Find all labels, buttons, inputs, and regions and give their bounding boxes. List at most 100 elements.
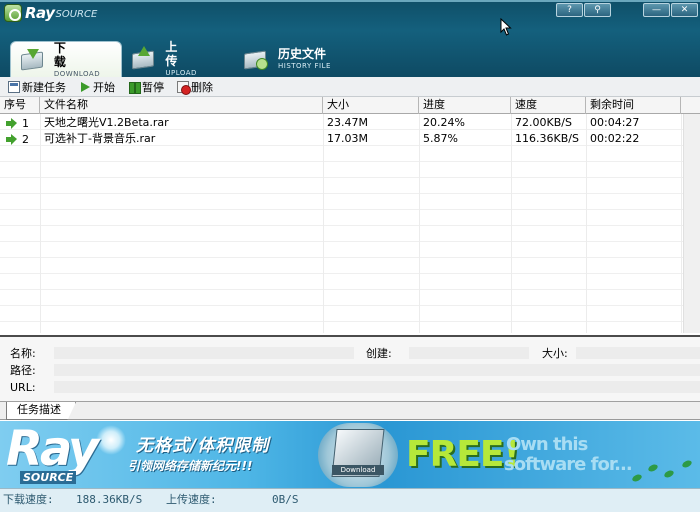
software-box-label: Download (332, 465, 384, 475)
play-icon (79, 81, 91, 93)
banner-tagline: 引领网络存储新纪元!!! (128, 459, 253, 473)
logo-text-sub: SOURCE (55, 9, 98, 20)
detail-name-row: 名称: (10, 345, 354, 361)
banner-own-line1: Own this (506, 434, 588, 455)
ad-banner[interactable]: Ray SOURCE 无格式/体积限制 引领网络存储新纪元!!! Downloa… (0, 421, 700, 488)
mouse-cursor-icon (500, 18, 512, 36)
detail-url-value (54, 381, 700, 393)
tab-task-description[interactable]: 任务描述 (6, 402, 76, 420)
row-speed: 72.00KB/S (515, 116, 572, 129)
download-speed-label: 下载速度: (3, 493, 54, 506)
leaf-icon (681, 459, 693, 469)
delete-button[interactable]: 删除 (175, 78, 215, 96)
new-task-icon (8, 80, 20, 93)
detail-url-label: URL: (10, 380, 36, 394)
table-row[interactable]: 1 天地之曙光V1.2Beta.rar 23.47M 20.24% 72.00K… (0, 115, 700, 131)
column-header-progress[interactable]: 进度 (419, 97, 511, 114)
row-progress: 5.87% (423, 132, 458, 145)
banner-headline: 无格式/体积限制 (136, 436, 270, 456)
download-speed-value: 188.36KB/S (76, 493, 143, 506)
minimize-button[interactable]: — (643, 3, 670, 17)
detail-name-value (54, 347, 354, 359)
logo-text-main: Ray (25, 4, 55, 22)
description-tabbar: 任务描述 (0, 402, 700, 420)
detail-created-label: 创建: (366, 347, 392, 360)
new-task-label: 新建任务 (22, 80, 66, 94)
start-label: 开始 (93, 80, 115, 94)
detail-path-row: 路径: (10, 362, 700, 378)
main-tabs: 下 载 DOWNLOAD 上 传 UPLOAD 历史文件 HISTORY FIL… (10, 40, 346, 77)
tab-upload-label: 上 传 (165, 40, 192, 68)
row-size: 17.03M (327, 132, 368, 145)
delete-label: 删除 (191, 80, 213, 94)
detail-path-value (54, 364, 700, 376)
app-header: Ray SOURCE ? ⚲ — ✕ 下 载 DOWNLOAD 上 传 UPLO (0, 0, 700, 77)
downloading-arrow-icon (6, 133, 17, 145)
banner-logo: Ray (6, 421, 99, 477)
table-scrollbar[interactable] (683, 114, 700, 333)
sparkle-icon (96, 425, 126, 455)
leaf-icon (647, 463, 659, 473)
window-buttons: ? ⚲ — ✕ (556, 3, 700, 17)
detail-url-row: URL: (10, 379, 700, 395)
downloading-arrow-icon (6, 117, 17, 129)
detail-name-label: 名称: (10, 347, 36, 360)
tab-download-sublabel: DOWNLOAD (53, 69, 101, 78)
row-file-name: 可选补丁-背景音乐.rar (44, 132, 156, 145)
task-table: 序号 文件名称 大小 进度 速度 剩余时间 1 天地之曙光V1.2Beta.ra… (0, 97, 700, 333)
leaf-icon (631, 473, 643, 483)
upload-icon (130, 46, 157, 72)
row-index-cell: 2 (0, 131, 40, 147)
tab-upload[interactable]: 上 传 UPLOAD (122, 40, 234, 77)
status-bar: 下载速度: 188.36KB/S 上传速度: 0B/S (0, 488, 700, 512)
row-progress: 20.24% (423, 116, 465, 129)
tab-history-sublabel: HISTORY FILE (278, 62, 331, 70)
upload-speed-label: 上传速度: (166, 493, 217, 506)
detail-created-value (409, 347, 529, 359)
tab-download[interactable]: 下 载 DOWNLOAD (10, 41, 122, 77)
banner-logo-sub: SOURCE (20, 471, 77, 484)
pause-button[interactable]: 暂停 (126, 78, 166, 96)
row-file-name: 天地之曙光V1.2Beta.rar (44, 116, 169, 129)
close-button[interactable]: ✕ (671, 3, 698, 17)
column-header-name[interactable]: 文件名称 (40, 97, 323, 114)
detail-path-label: 路径: (10, 364, 36, 377)
pause-label: 暂停 (142, 80, 164, 94)
leaf-icon (663, 469, 675, 479)
upload-speed-value: 0B/S (272, 493, 299, 506)
task-details-panel: 名称: 创建: 大小: 路径: URL: (0, 335, 700, 402)
pause-icon (128, 81, 141, 94)
table-row[interactable]: 2 可选补丁-背景音乐.rar 17.03M 5.87% 116.36KB/S … (0, 131, 700, 147)
table-rows: 1 天地之曙光V1.2Beta.rar 23.47M 20.24% 72.00K… (0, 115, 700, 147)
app-logo: Ray SOURCE (4, 3, 97, 23)
column-header-speed[interactable]: 速度 (511, 97, 586, 114)
table-header: 序号 文件名称 大小 进度 速度 剩余时间 (0, 97, 700, 114)
tab-download-label: 下 载 (53, 40, 80, 69)
column-header-filler (681, 97, 700, 114)
logo-badge-icon (4, 4, 22, 22)
new-task-button[interactable]: 新建任务 (6, 78, 68, 96)
row-size: 23.47M (327, 116, 368, 129)
row-remaining: 00:02:22 (590, 132, 640, 145)
toolbar: 新建任务 开始 暂停 删除 (0, 77, 700, 97)
help-button[interactable]: ? (556, 3, 583, 17)
tab-history[interactable]: 历史文件 HISTORY FILE (234, 41, 346, 77)
software-box-icon: Download (318, 423, 398, 487)
tab-upload-sublabel: UPLOAD (165, 69, 197, 77)
history-icon (242, 46, 270, 72)
column-header-index[interactable]: 序号 (0, 97, 40, 114)
download-icon (19, 47, 46, 73)
banner-own-line2: software for... (504, 454, 633, 475)
delete-icon (177, 80, 191, 95)
row-speed: 116.36KB/S (515, 132, 579, 145)
row-index-cell: 1 (0, 115, 40, 131)
column-header-size[interactable]: 大小 (323, 97, 419, 114)
column-header-remaining[interactable]: 剩余时间 (586, 97, 681, 114)
settings-button[interactable]: ⚲ (584, 3, 611, 17)
start-button[interactable]: 开始 (77, 78, 117, 96)
tab-history-label: 历史文件 (278, 47, 327, 61)
row-index: 1 (22, 116, 29, 130)
row-remaining: 00:04:27 (590, 116, 640, 129)
row-index: 2 (22, 132, 29, 146)
detail-size-label: 大小: (542, 347, 568, 360)
